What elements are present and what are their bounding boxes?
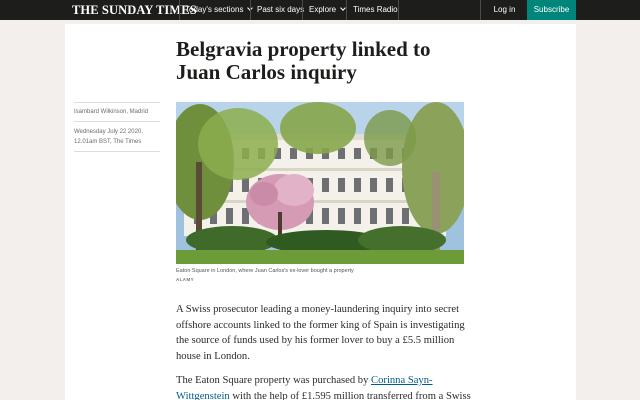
nav-divider — [302, 0, 303, 20]
paragraph-text: with the help of £1.595 million transfer… — [229, 390, 471, 400]
nav-divider — [346, 0, 347, 20]
subscribe-button[interactable]: Subscribe — [527, 0, 576, 20]
image-caption: Eaton Square in London, where Juan Carlo… — [176, 268, 354, 274]
nav-past-six-days-label: Past six days — [257, 5, 305, 14]
article-paragraph: The Eaton Square property was purchased … — [176, 373, 476, 400]
nav-explore-label: Explore — [309, 5, 337, 14]
nav-explore[interactable]: Explore — [309, 0, 346, 20]
article-headline: Belgravia property linked to Juan Carlos… — [176, 37, 431, 84]
eaton-square-photo — [176, 102, 464, 264]
article-date: Wednesday July 22 2020, — [74, 129, 143, 135]
article-dateline: Wednesday July 22 2020, 12.01am BST, The… — [74, 128, 160, 147]
article-paragraph: A Swiss prosecutor leading a money-laund… — [176, 304, 465, 362]
meta-divider — [74, 151, 160, 152]
image-credit: ALAMY — [176, 277, 194, 282]
nav-times-radio[interactable]: Times Radio — [353, 0, 398, 20]
meta-divider — [74, 121, 160, 122]
nav-divider — [179, 0, 180, 20]
nav-divider — [398, 0, 399, 20]
nav-past-six-days[interactable]: Past six days — [257, 0, 304, 20]
paragraph-text: The Eaton Square property was purchased … — [176, 375, 372, 386]
article-author-text: Isambard Wilkinson, Madrid — [74, 109, 149, 115]
article-photo — [176, 102, 464, 264]
nav-divider — [250, 0, 251, 20]
article-author[interactable]: Isambard Wilkinson, Madrid — [74, 108, 160, 118]
top-navigation-bar: THE SUNDAY TIMES Today's sections Past s… — [0, 0, 640, 20]
nav-todays-sections-label: Today's sections — [185, 5, 244, 14]
article-time-source: 12.01am BST, The Times — [74, 138, 142, 145]
nav-todays-sections[interactable]: Today's sections — [185, 0, 254, 20]
login-button[interactable]: Log in — [480, 0, 528, 20]
meta-divider — [74, 102, 160, 103]
nav-times-radio-label: Times Radio — [353, 5, 398, 14]
